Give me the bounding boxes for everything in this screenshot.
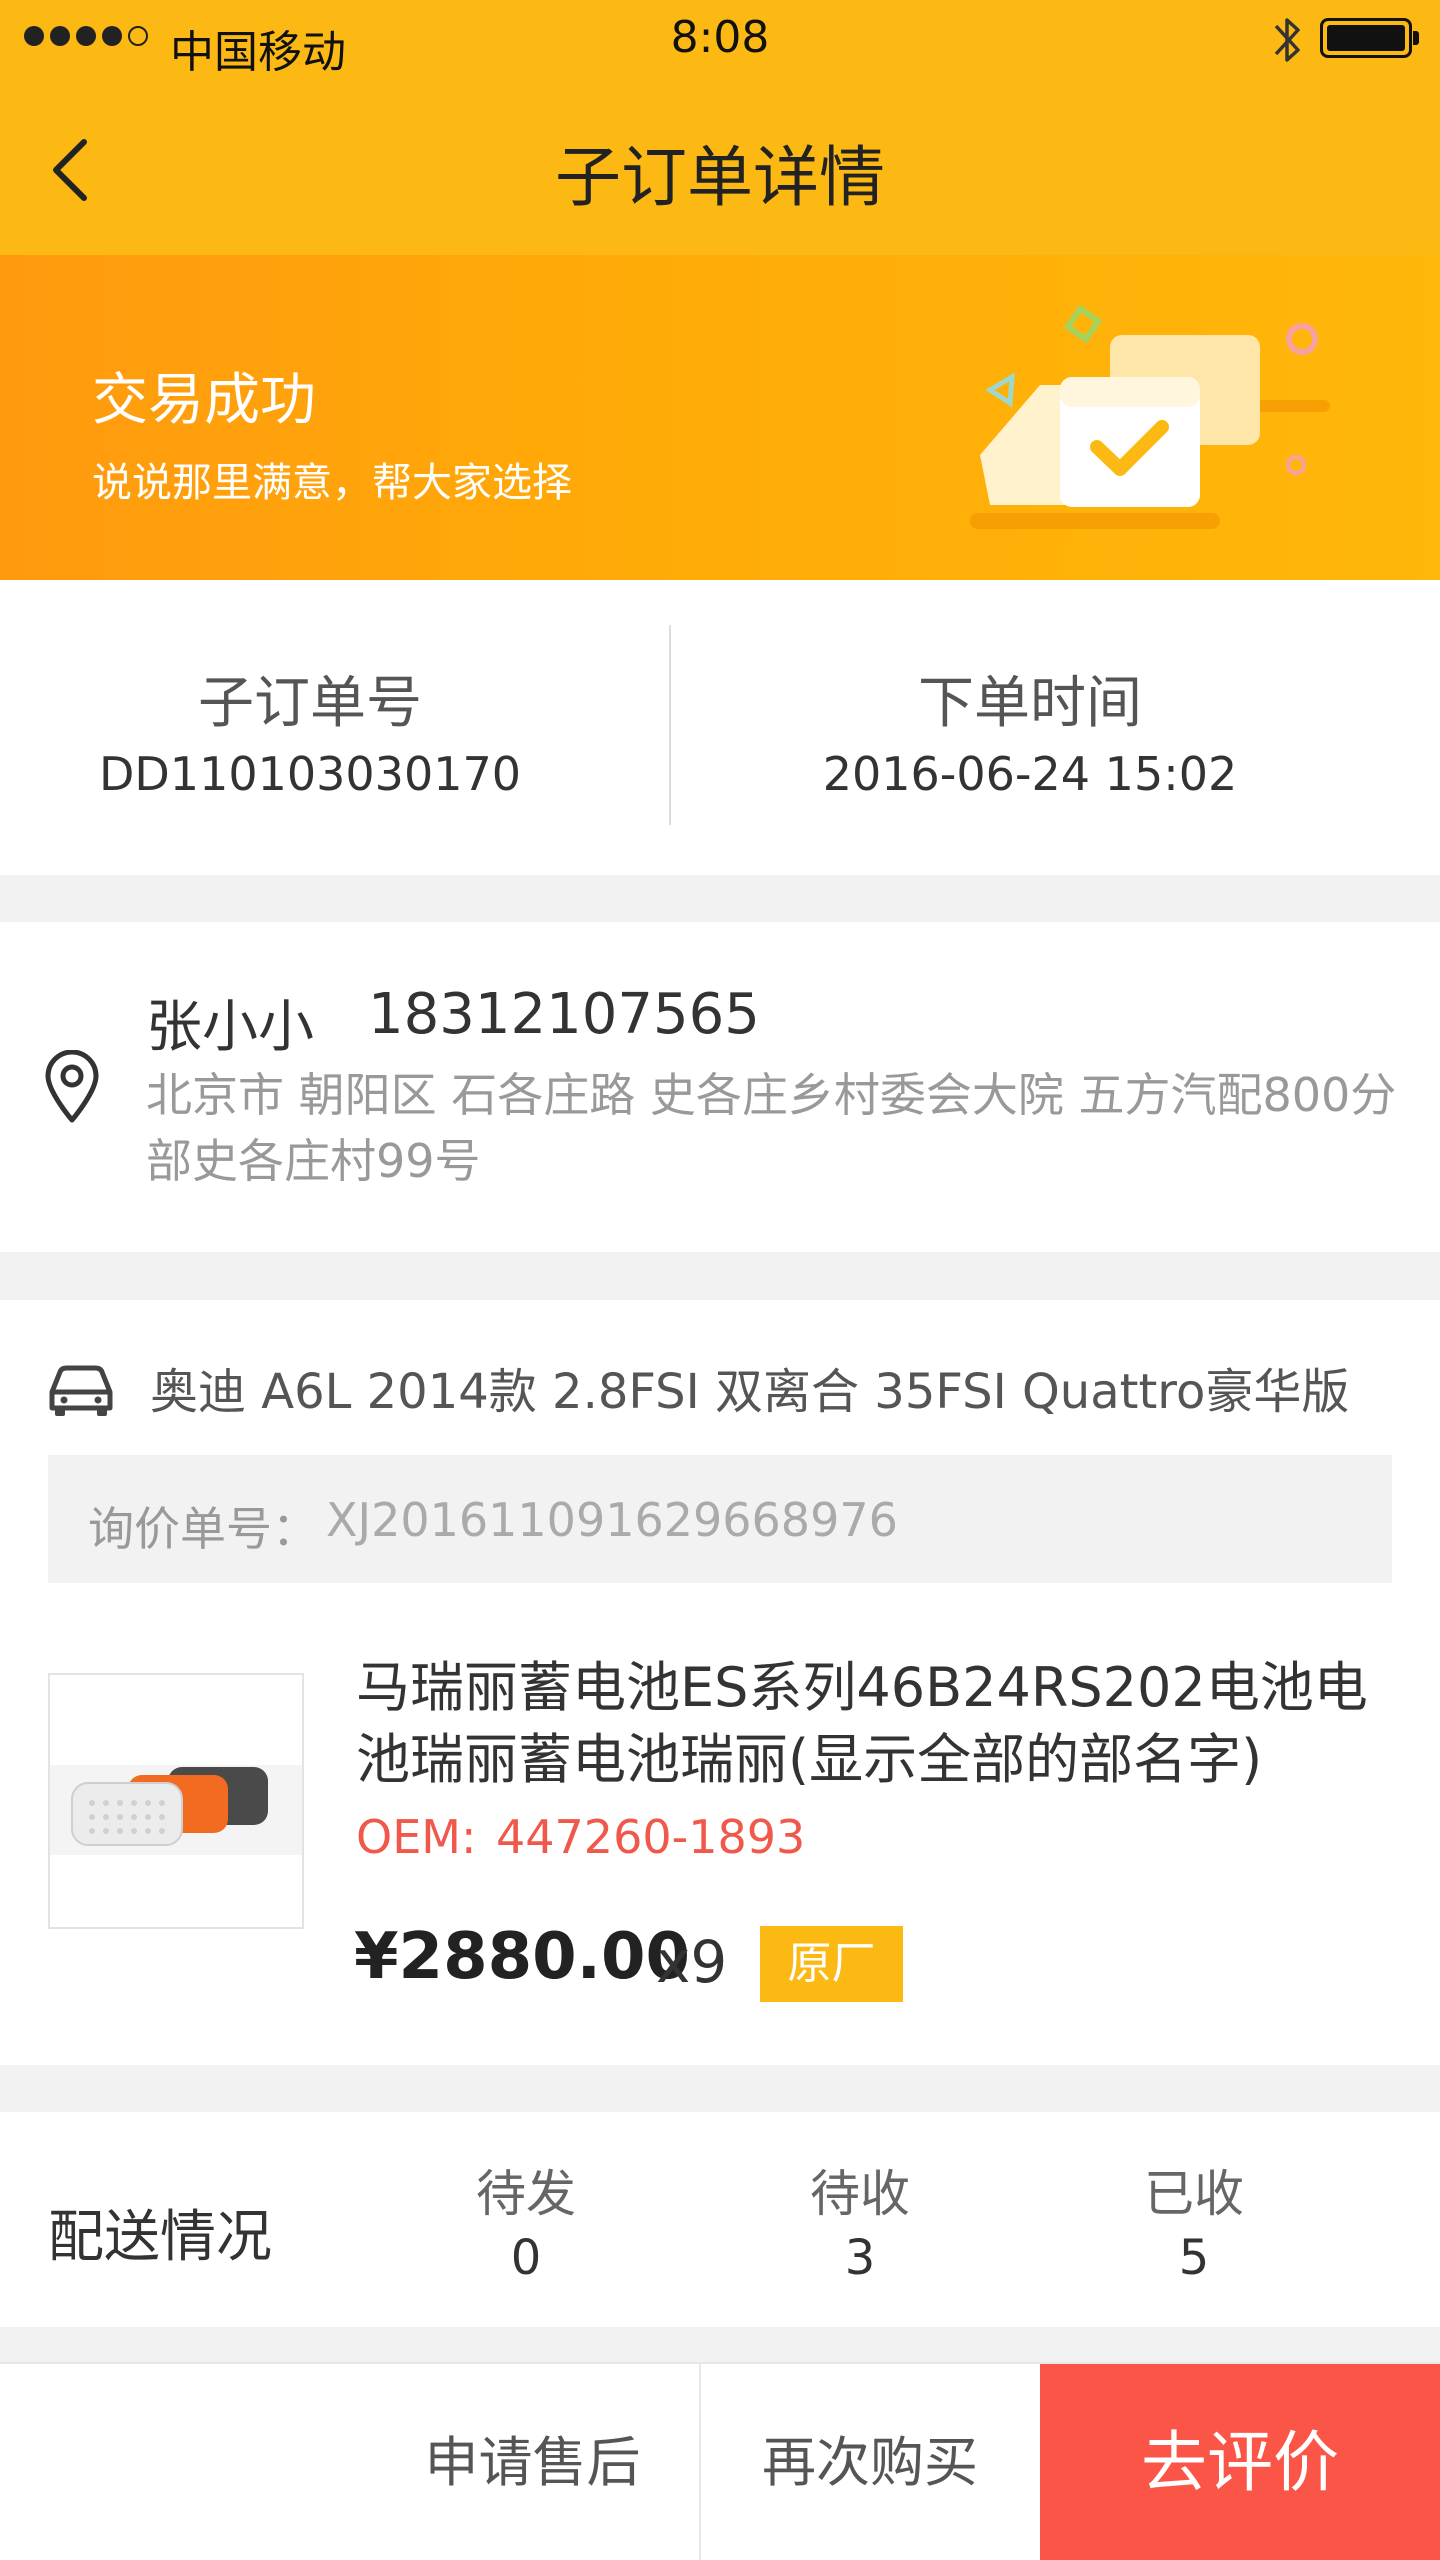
delivery-stat-pending-receipt[interactable]: 待收 3 <box>760 2154 960 2286</box>
order-info-card: 子订单号 DD110103030170 下单时间 2016-06-24 15:0… <box>0 580 1440 875</box>
location-pin-icon <box>45 1050 99 1123</box>
after-sale-button[interactable]: 申请售后 <box>365 2364 700 2560</box>
product-price: ¥2880.00 <box>354 1920 691 1994</box>
recipient-name: 张小小 <box>146 995 314 1060</box>
inquiry-number-value: XJ2016110916296689​76 <box>326 1493 898 1547</box>
delivery-stat-pending-shipment[interactable]: 待发 0 <box>426 2154 626 2286</box>
battery-icon <box>1320 18 1419 58</box>
order-time-section: 下单时间 2016-06-24 15:02 <box>720 580 1440 875</box>
address-detail: 北京市 朝阳区 石各庄路 史各庄乡村委会大院 五方汽配800分部史各庄村99号 <box>146 1068 1397 1188</box>
original-factory-badge: 原厂 <box>760 1926 903 2002</box>
product-card: 奥迪 A6L 2014款 2.8FSI 双离合 35FSI Quattro豪华版… <box>0 1300 1440 2065</box>
delivery-status-card[interactable]: 配送情况 待发 0 待收 3 已收 5 <box>0 2112 1440 2327</box>
delivery-stat-label: 已收 <box>1144 2165 1244 2223</box>
oem-label: OEM: <box>356 1810 477 1864</box>
buy-again-button[interactable]: 再次购买 <box>701 2364 1039 2560</box>
review-button[interactable]: 去评价 <box>1040 2364 1440 2560</box>
navigation-bar: 子订单详情 <box>0 80 1440 255</box>
recipient-phone: 18312107565 <box>368 982 760 1047</box>
status-banner: 交易成功 说说那里满意，帮大家选择 <box>0 255 1440 580</box>
delivery-title: 配送情况 <box>48 2205 272 2270</box>
delivery-stat-label: 待收 <box>810 2165 910 2223</box>
bluetooth-icon <box>1274 18 1300 62</box>
page-title: 子订单详情 <box>555 139 885 216</box>
order-number-section: 子订单号 DD110103030170 <box>0 580 720 875</box>
oem-number: 447260-1893 <box>496 1810 806 1864</box>
delivery-stat-value: 5 <box>1178 2230 1210 2286</box>
delivery-stat-value: 3 <box>844 2230 876 2286</box>
order-number-value: DD110103030170 <box>98 747 522 801</box>
status-bar: 中国移动 8:08 <box>0 0 1440 80</box>
banner-title: 交易成功 <box>92 368 316 433</box>
delivery-stat-received[interactable]: 已收 5 <box>1094 2154 1294 2286</box>
inquiry-number-bar: 询价单号： XJ2016110916296689​76 <box>48 1455 1392 1583</box>
inquiry-number-label: 询价单号： <box>88 1502 318 1556</box>
delivery-stat-label: 待发 <box>476 2165 576 2223</box>
battery-speaker-image <box>50 1765 302 1855</box>
order-time-label: 下单时间 <box>918 671 1142 736</box>
product-quantity: x9 <box>656 1928 728 1996</box>
bottom-action-bar: 申请售后 再次购买 去评价 <box>0 2362 1440 2560</box>
shipping-address-card[interactable]: 张小小 18312107565 北京市 朝阳区 石各庄路 史各庄乡村委会大院 五… <box>0 922 1440 1252</box>
banner-subtitle: 说说那里满意，帮大家选择 <box>92 460 572 506</box>
delivery-stat-value: 0 <box>510 2230 542 2286</box>
success-box-illustration <box>970 305 1330 529</box>
product-name[interactable]: 马瑞丽蓄电池ES系列46B24RS202电池电池瑞丽蓄电池瑞丽(显示全部的部名字… <box>356 1652 1416 1796</box>
car-icon <box>49 1365 113 1416</box>
vehicle-model: 奥迪 A6L 2014款 2.8FSI 双离合 35FSI Quattro豪华版 <box>150 1364 1350 1420</box>
product-thumbnail[interactable] <box>48 1673 304 1929</box>
status-time: 8:08 <box>670 12 770 63</box>
order-time-value: 2016-06-24 15:02 <box>822 747 1238 801</box>
order-number-label: 子订单号 <box>198 671 422 736</box>
